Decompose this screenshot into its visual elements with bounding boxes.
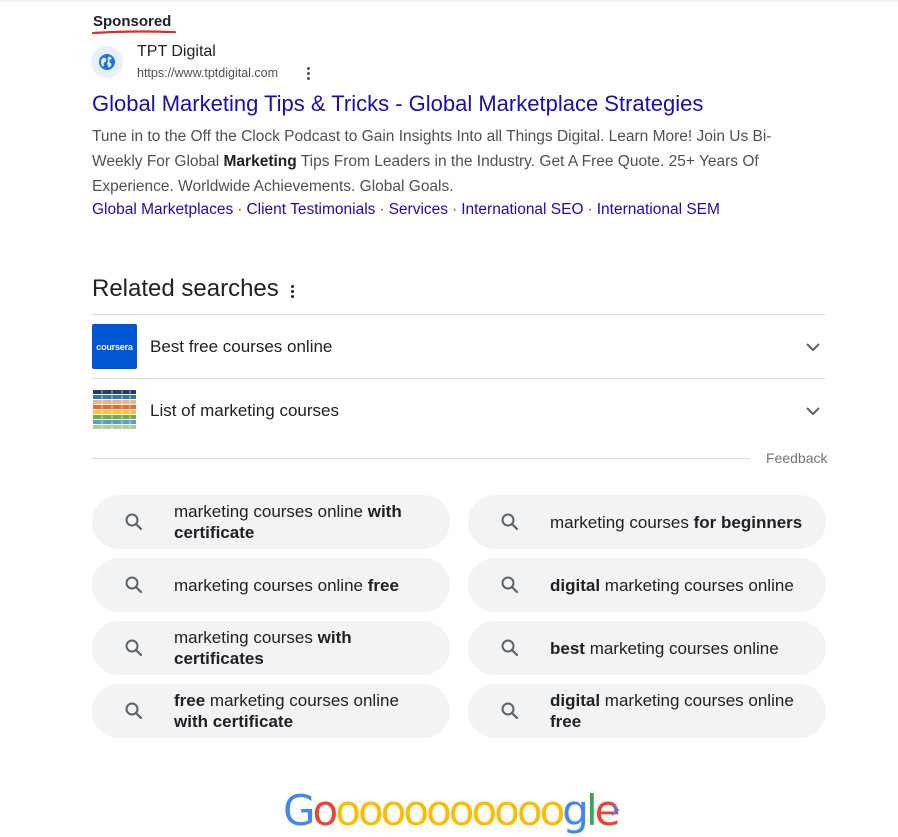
logo-o-letter: o <box>380 786 407 835</box>
pagination-logo[interactable]: Gooooooooooogle <box>283 786 620 835</box>
sitelink-client-testimonials[interactable]: Client Testimonials <box>246 201 375 218</box>
search-icon <box>501 513 519 531</box>
chevron-down-icon <box>806 406 820 415</box>
advertiser-favicon[interactable] <box>91 46 123 78</box>
sitelink-international-sem[interactable]: International SEM <box>597 201 720 218</box>
feedback-link[interactable]: Feedback <box>766 450 827 466</box>
logo-o-letter: o <box>448 786 475 835</box>
advertiser-url[interactable]: https://www.tptdigital.com <box>137 66 278 80</box>
course-table-thumbnail <box>92 388 137 433</box>
related-chip[interactable]: digital marketing courses online free <box>468 684 826 738</box>
chip-label: marketing courses online with certificat… <box>174 502 402 542</box>
logo-o-letter: o <box>357 786 384 835</box>
related-chip[interactable]: free marketing courses online with certi… <box>92 684 450 738</box>
logo-letter: g <box>562 786 589 835</box>
search-icon <box>501 639 519 657</box>
search-icon <box>501 702 519 720</box>
logo-o-letter: o <box>403 786 429 835</box>
handwritten-underline <box>92 30 176 35</box>
ad-title-link[interactable]: Global Marketing Tips & Tricks - Global … <box>92 91 703 117</box>
divider <box>92 458 750 459</box>
logo-o-letter: o <box>426 786 452 835</box>
search-icon <box>125 702 143 720</box>
logo-o-letter: o <box>335 786 361 835</box>
related-chip[interactable]: digital marketing courses online <box>468 558 826 612</box>
search-icon <box>125 639 143 657</box>
related-chip[interactable]: best marketing courses online <box>468 621 826 675</box>
logo-o-letter: o <box>539 786 566 835</box>
logo-o-letter: o <box>312 786 339 835</box>
logo-o-letter: o <box>494 786 520 835</box>
sitelink-international-seo[interactable]: International SEO <box>461 201 583 218</box>
sponsored-label: Sponsored <box>93 13 172 30</box>
related-expand-best-free-courses[interactable]: coursera Best free courses online <box>92 315 825 378</box>
related-chip[interactable]: marketing courses for beginners <box>468 495 826 549</box>
search-icon <box>125 576 143 594</box>
logo-letter: l <box>585 786 598 835</box>
related-chip[interactable]: marketing courses with certificates <box>92 621 450 675</box>
related-chip[interactable]: marketing courses online free <box>92 558 450 612</box>
chevron-right-icon[interactable] <box>608 800 622 820</box>
ad-description: Tune in to the Off the Clock Podcast to … <box>92 128 772 195</box>
logo-o-letter: o <box>516 786 543 835</box>
chip-label: best marketing courses online <box>550 638 779 658</box>
chip-label: digital marketing courses online free <box>550 691 794 731</box>
related-expand-label: Best free courses online <box>150 336 333 356</box>
related-expand-list-of-marketing-courses[interactable]: List of marketing courses <box>92 379 825 442</box>
related-searches-heading: Related searches <box>92 275 279 302</box>
more-options-icon[interactable] <box>302 64 314 82</box>
search-icon <box>125 513 143 531</box>
sitelink-services[interactable]: Services <box>389 201 448 218</box>
sitelink-global-marketplaces[interactable]: Global Marketplaces <box>92 201 233 218</box>
logo-o-run: ooooooooooo <box>312 786 566 835</box>
related-expand-label: List of marketing courses <box>150 400 339 420</box>
chip-label: marketing courses online free <box>174 575 399 595</box>
top-divider <box>0 0 898 2</box>
search-icon <box>501 576 519 594</box>
chevron-down-icon <box>806 342 820 351</box>
logo-o-letter: o <box>471 786 497 835</box>
advertiser-name[interactable]: TPT Digital <box>137 43 216 61</box>
related-options-icon[interactable] <box>288 283 296 299</box>
globe-icon <box>99 54 115 70</box>
chip-label: marketing courses with certificates <box>174 628 352 668</box>
chip-label: marketing courses for beginners <box>550 512 803 532</box>
coursera-logo-thumbnail: coursera <box>92 324 137 369</box>
ad-sitelinks: Global Marketplaces · Client Testimonials ·… <box>92 201 720 218</box>
chip-label: free marketing courses online with certi… <box>174 691 399 731</box>
logo-letter: G <box>283 786 316 835</box>
related-chip[interactable]: marketing courses online with certificat… <box>92 495 450 549</box>
chip-label: digital marketing courses online <box>550 575 794 595</box>
